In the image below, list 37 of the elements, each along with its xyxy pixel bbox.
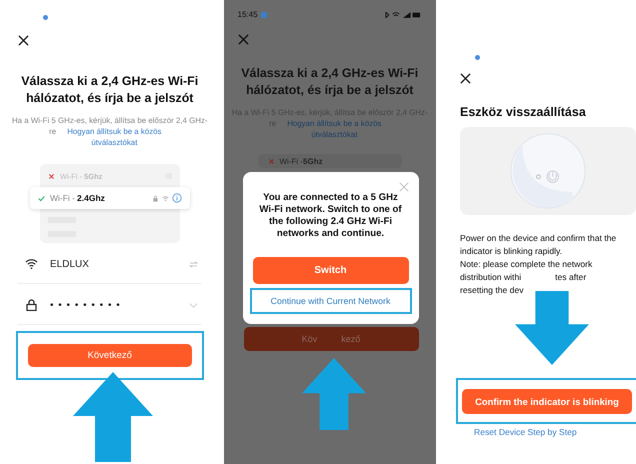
cross-icon xyxy=(268,158,274,164)
network-item[interactable]: Wi-Fi -5Ghz xyxy=(258,154,402,168)
close-icon[interactable] xyxy=(460,73,471,84)
note-text: resetting the dev xyxy=(460,284,524,297)
lock-icon xyxy=(25,299,38,311)
wifi-icon xyxy=(25,258,38,270)
up-arrow-icon xyxy=(72,372,154,462)
wifi-icon xyxy=(162,194,168,202)
note-text: tes after xyxy=(555,271,586,284)
status-dot xyxy=(43,15,48,20)
instruction-text: Power on the device and confirm that the indicator is blinking rapidly. xyxy=(460,232,618,258)
check-icon xyxy=(38,194,45,202)
switch-button[interactable]: Switch xyxy=(252,257,408,284)
note-text: Note: please complete the network xyxy=(460,258,592,271)
continue-button[interactable]: Continue with Current Network xyxy=(250,288,412,314)
confirm-button[interactable]: Confirm the indicator is blinking xyxy=(462,389,632,414)
notification-icon xyxy=(260,12,267,18)
status-icons xyxy=(384,10,422,18)
network-item[interactable]: Wi-Fi - 2.4Ghz xyxy=(30,187,190,209)
lock-icon xyxy=(152,194,158,202)
next-button[interactable]: Köv kező xyxy=(244,327,418,351)
reset-guide-link[interactable]: Reset Device Step by Step xyxy=(474,427,577,437)
cross-icon xyxy=(48,172,55,180)
next-button[interactable]: Következő xyxy=(28,344,192,367)
status-time: 15:45 xyxy=(238,10,258,19)
info-icon[interactable] xyxy=(172,193,182,203)
dialog-message: You are connected to a 5 GHz Wi-Fi network. Switch to one of the following 2.4 GHz Wi-Fi networks and continue. xyxy=(258,192,403,240)
page-title: Eszköz visszaállítása xyxy=(460,105,587,119)
note-text: distribution withi xyxy=(460,271,522,284)
chevron-icon[interactable] xyxy=(188,302,198,308)
swap-icon[interactable] xyxy=(188,260,198,268)
page-title: Válassza ki a 2,4 GHz-es Wi-Fi hálózatot, és írja be a jelszót xyxy=(240,65,420,99)
password-field[interactable]: • • • • • • • • • xyxy=(50,300,188,310)
status-dot xyxy=(475,55,480,60)
close-icon[interactable] xyxy=(18,35,29,46)
page-title: Válassza ki a 2,4 GHz-es Wi-Fi hálózatot, és írja be a jelszót xyxy=(20,73,200,107)
wifi-name-field[interactable]: ELDLUX xyxy=(50,258,188,270)
